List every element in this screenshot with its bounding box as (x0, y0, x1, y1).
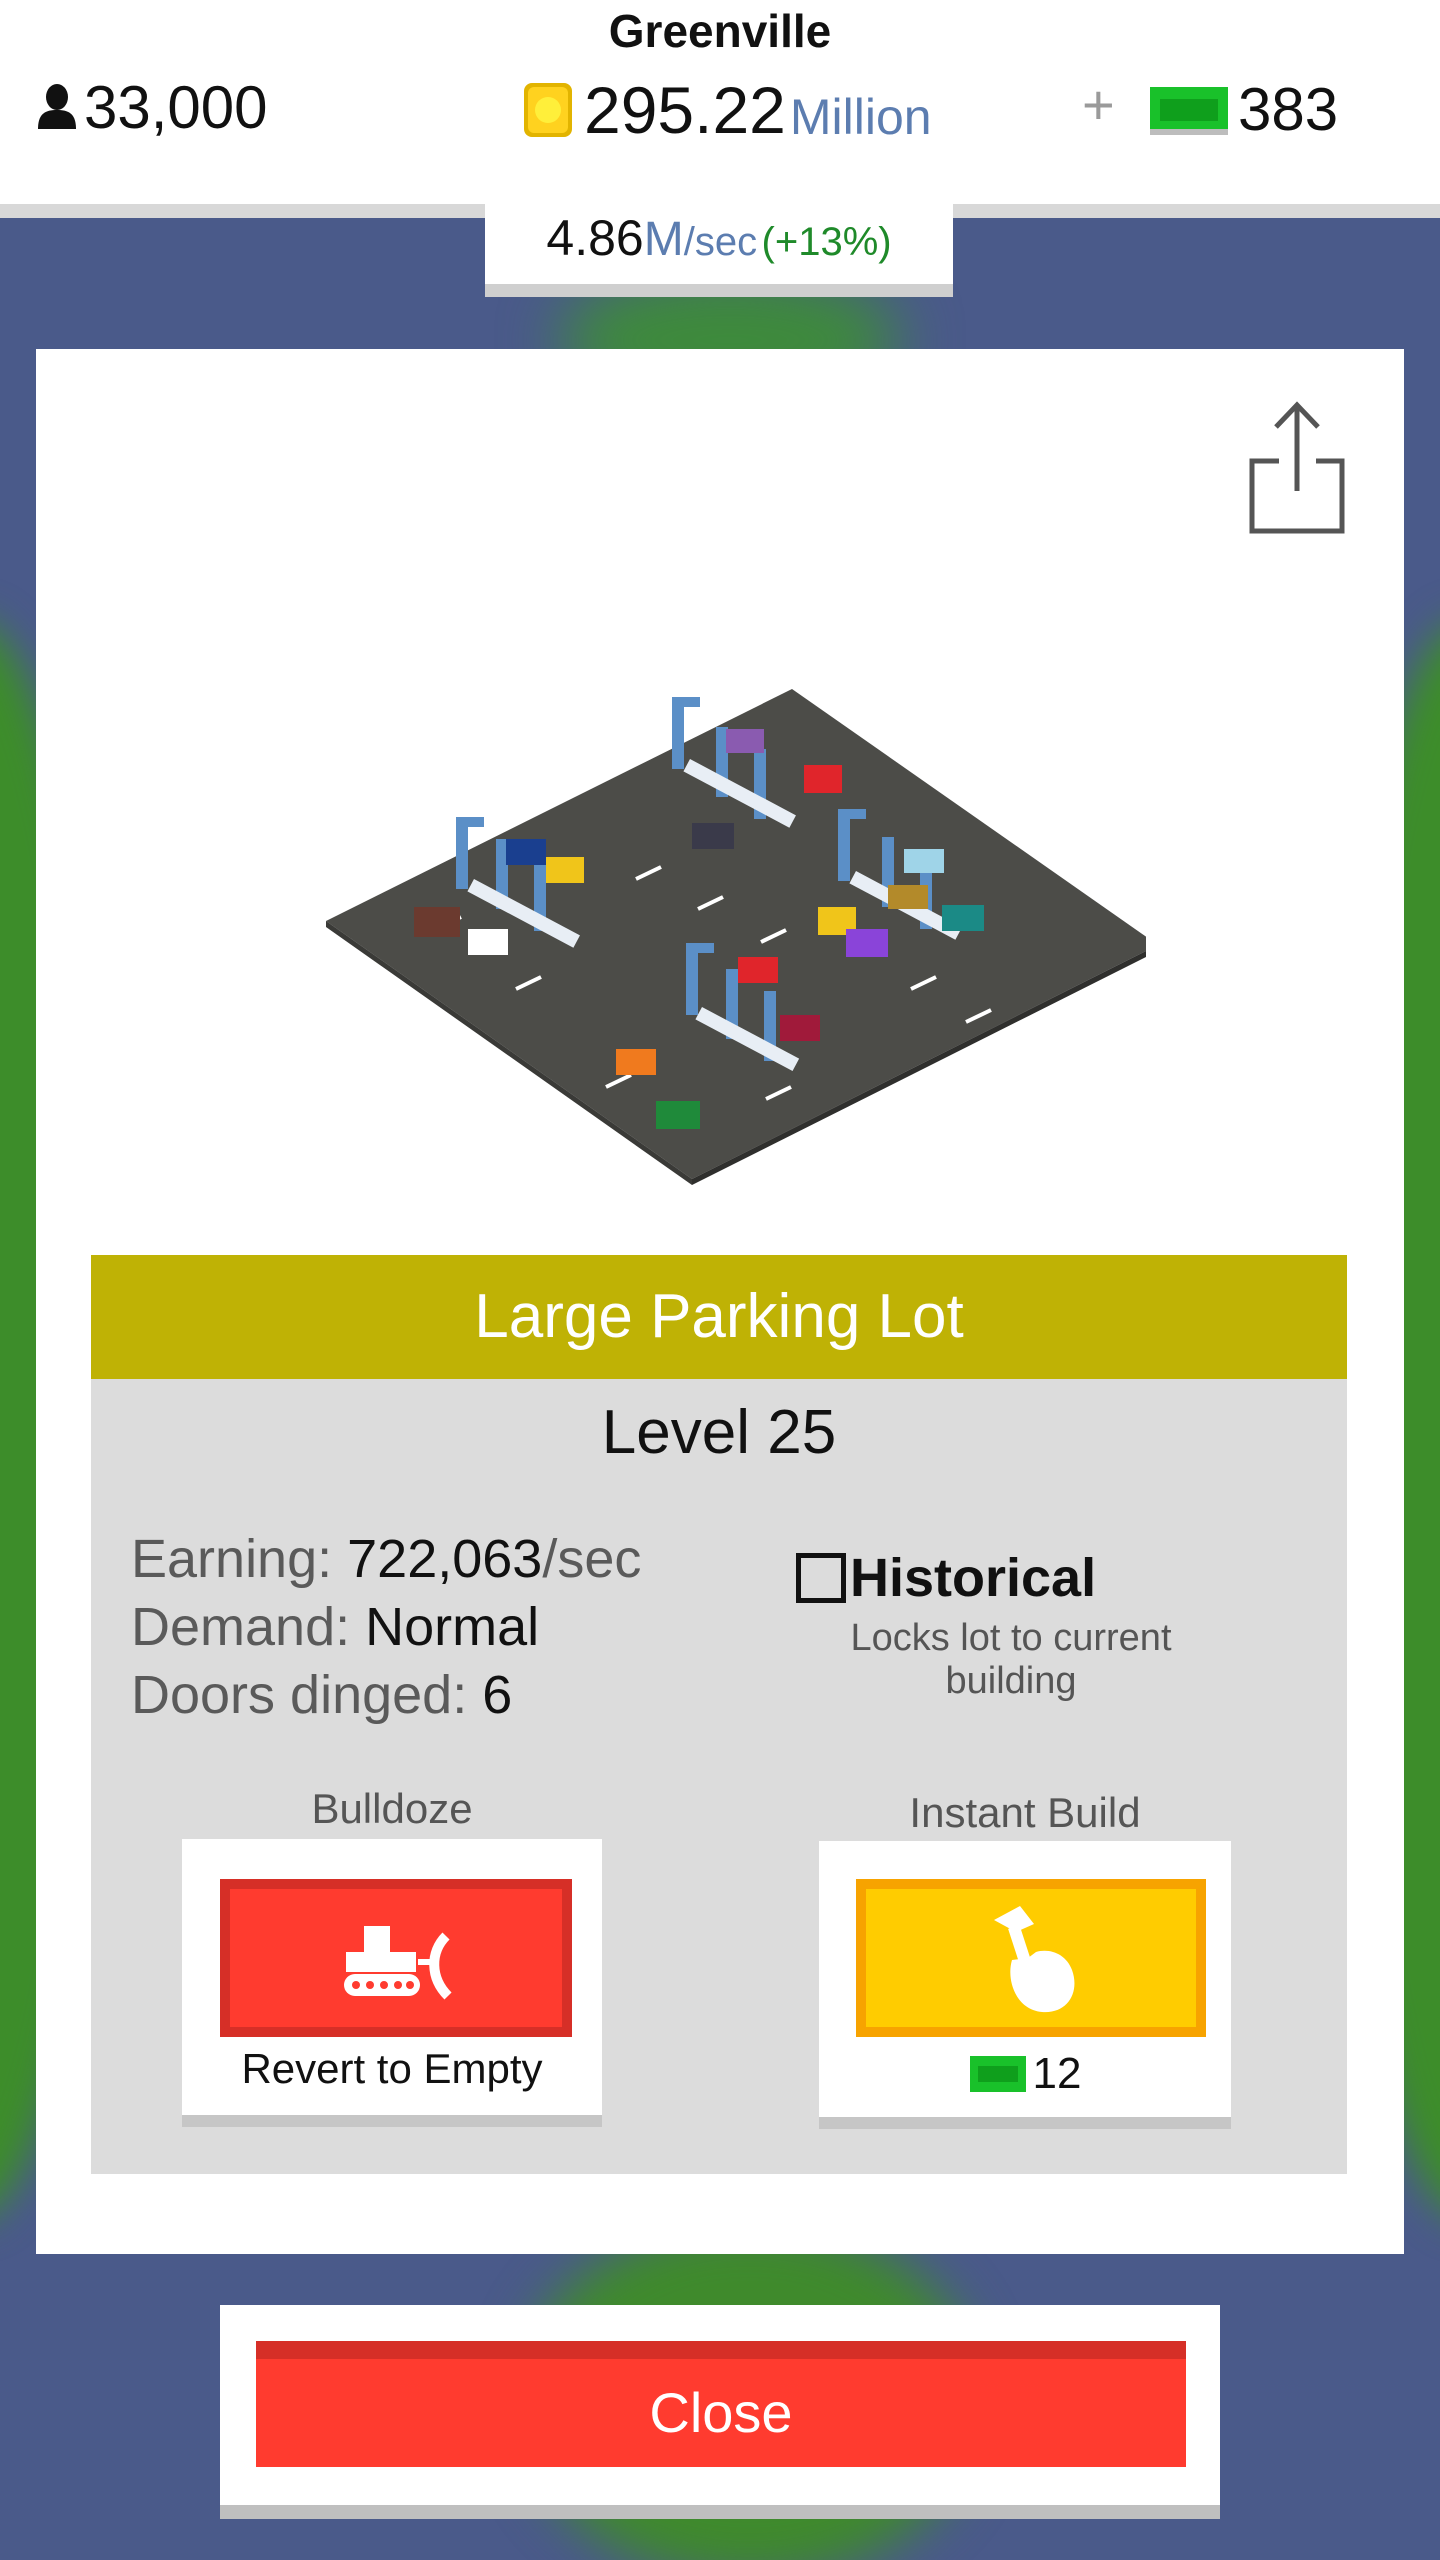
instant-build-button[interactable] (856, 1879, 1206, 2037)
top-status-bar: Greenville 33,000 295.22 Million + 383 (0, 0, 1440, 204)
building-details-dialog: Large Parking Lot Level 25 Earning: 722,… (36, 349, 1404, 2254)
historical-toggle[interactable]: Historical (796, 1547, 1096, 1609)
demand-label: Demand: (131, 1597, 366, 1657)
bulldoze-button[interactable] (220, 1879, 572, 2037)
cash-display: 383 (1148, 74, 1338, 144)
coins-value: 295.22 (584, 73, 786, 147)
population-value: 33,000 (84, 73, 268, 141)
share-icon[interactable] (1244, 399, 1354, 539)
parking-lot-illustration (326, 689, 1146, 1185)
building-stats: Earning: 722,063/sec Demand: Normal Door… (131, 1525, 641, 1729)
cash-value: 383 (1238, 75, 1339, 143)
instant-build-card[interactable]: 12 (819, 1841, 1231, 2117)
person-icon (38, 84, 76, 129)
close-card-shadow (220, 2505, 1220, 2519)
close-button[interactable]: Close (256, 2341, 1186, 2467)
doors-label: Doors dinged: (131, 1665, 483, 1725)
buy-cash-button[interactable]: + (1082, 72, 1115, 137)
rate-per: /sec (683, 220, 758, 264)
instant-build-cost: 12 (819, 2049, 1231, 2099)
historical-label: Historical (850, 1548, 1097, 1608)
hammer-hand-icon (994, 1906, 1075, 2013)
historical-description: Locks lot to current building (850, 1617, 1172, 1702)
rate-percent: (+13%) (761, 220, 892, 264)
close-card: Close (220, 2305, 1220, 2505)
income-rate: 4.86M/sec (+13%) (485, 204, 953, 284)
rate-value: 4.86 (546, 210, 644, 266)
earning-value: 722,063 (347, 1529, 543, 1589)
doors-row: Doors dinged: 6 (131, 1661, 641, 1729)
demand-row: Demand: Normal (131, 1593, 641, 1661)
doors-value: 6 (482, 1665, 513, 1725)
cash-icon (1150, 87, 1228, 135)
instant-build-label: Instant Build (909, 1789, 1141, 1836)
population-display: 33,000 (36, 72, 268, 142)
rate-unit: M (643, 213, 684, 266)
bulldozer-icon (344, 1926, 452, 2000)
city-name: Greenville (608, 5, 832, 57)
rate-shadow (485, 284, 953, 297)
coin-icon (524, 83, 572, 137)
instant-build-cost-value: 12 (1032, 2049, 1082, 2098)
earning-row: Earning: 722,063/sec (131, 1525, 641, 1593)
earning-label: Earning: (131, 1529, 348, 1589)
bulldoze-button-text: Revert to Empty (241, 2045, 543, 2092)
building-level: Level 25 (601, 1398, 837, 1467)
historical-checkbox[interactable] (796, 1553, 846, 1603)
bulldoze-label: Bulldoze (311, 1785, 473, 1832)
demand-value: Normal (365, 1597, 540, 1657)
building-name: Large Parking Lot (91, 1255, 1347, 1379)
instant-build-card-shadow (819, 2117, 1231, 2129)
bulldoze-card[interactable]: Revert to Empty (182, 1839, 602, 2115)
bulldoze-card-shadow (182, 2115, 602, 2127)
building-info-panel: Large Parking Lot Level 25 Earning: 722,… (91, 1255, 1347, 2174)
coins-display: 295.22 Million (520, 70, 932, 150)
earning-unit: /sec (542, 1529, 642, 1589)
cash-icon (969, 2056, 1026, 2092)
coins-unit: Million (789, 89, 932, 145)
